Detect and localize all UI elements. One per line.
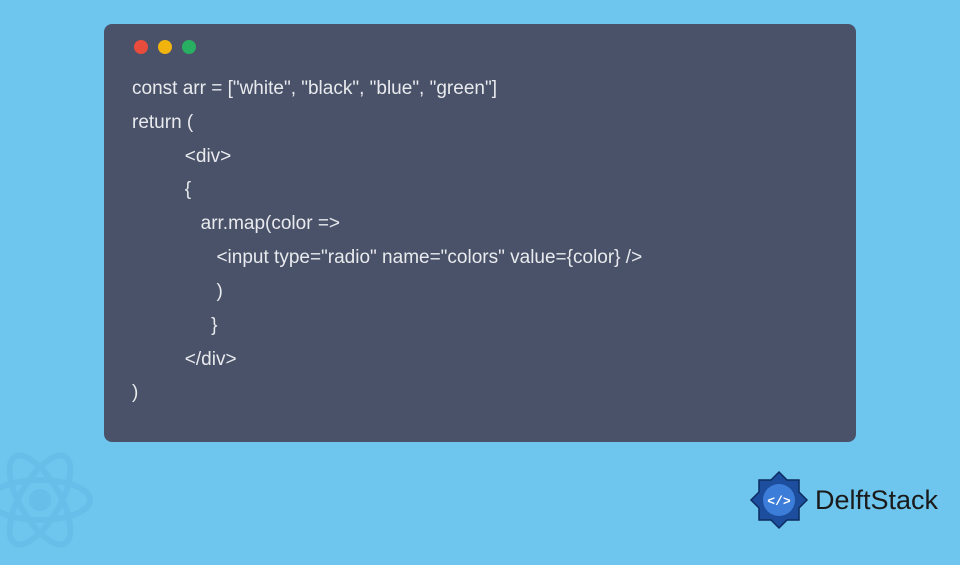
code-line: const arr = ["white", "black", "blue", "… <box>132 78 497 99</box>
code-line: } <box>132 315 218 336</box>
code-line: { <box>132 179 191 200</box>
code-line: </div> <box>132 349 237 370</box>
svg-text:</>: </> <box>767 494 791 509</box>
code-window: const arr = ["white", "black", "blue", "… <box>104 24 856 442</box>
code-line: <div> <box>132 146 231 167</box>
code-line: ) <box>132 281 223 302</box>
code-line: <input type="radio" name="colors" value=… <box>132 247 642 268</box>
code-line: return ( <box>132 112 193 133</box>
minimize-icon <box>158 40 172 54</box>
code-block: const arr = ["white", "black", "blue", "… <box>132 72 828 410</box>
brand-name: DelftStack <box>815 485 938 516</box>
brand-logo: </> DelftStack <box>747 468 938 532</box>
code-line: ) <box>132 382 138 403</box>
close-icon <box>134 40 148 54</box>
window-controls <box>134 40 828 54</box>
code-line: arr.map(color => <box>132 213 340 234</box>
maximize-icon <box>182 40 196 54</box>
logo-badge-icon: </> <box>747 468 811 532</box>
watermark-icon <box>0 440 100 560</box>
